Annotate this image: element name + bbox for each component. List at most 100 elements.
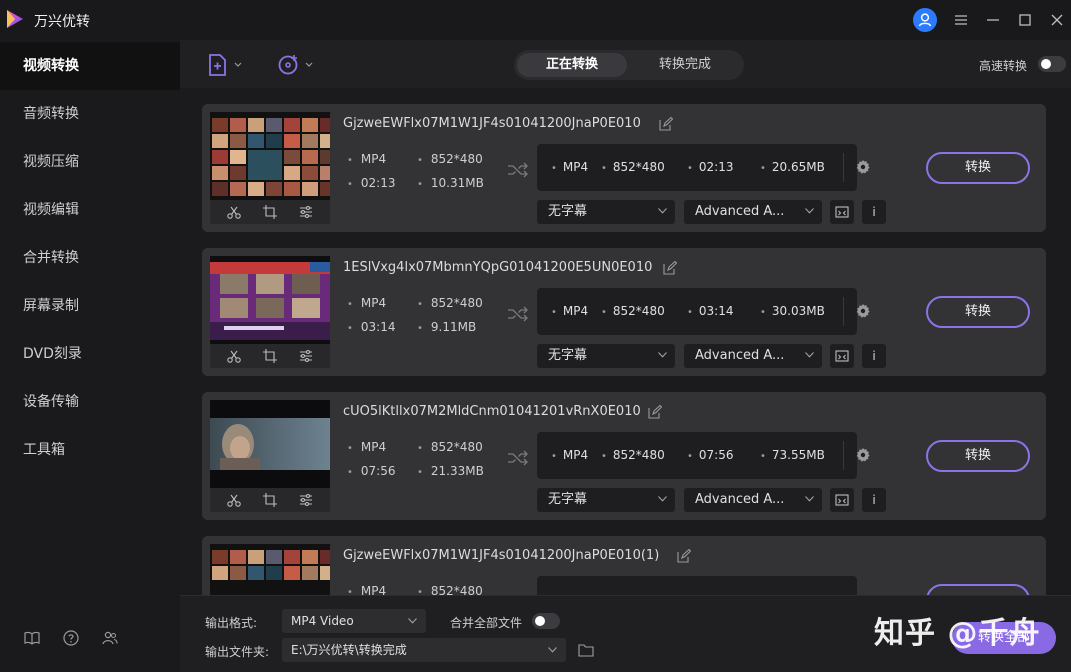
- sidebar-item-device-transfer[interactable]: 设备传输: [0, 378, 180, 426]
- sidebar-item-dvd-burn[interactable]: DVD刻录: [0, 330, 180, 378]
- subtitle-select-value: 无字幕: [548, 204, 588, 219]
- crop-icon[interactable]: [262, 348, 278, 364]
- output-resolution: 852*480: [601, 160, 665, 174]
- scissors-icon[interactable]: [226, 492, 242, 508]
- source-size: 21.33MB: [417, 464, 484, 478]
- sidebar-item-toolbox[interactable]: 工具箱: [0, 426, 180, 474]
- output-resolution: 852*480: [601, 448, 665, 462]
- help-icon[interactable]: [62, 629, 80, 647]
- chevron-down-icon: [658, 208, 667, 214]
- subtitle-edit-button[interactable]: [830, 344, 854, 368]
- video-thumbnail[interactable]: [210, 256, 330, 344]
- convert-arrow-icon: [508, 306, 528, 322]
- book-icon[interactable]: [23, 629, 41, 647]
- adjust-icon[interactable]: [298, 204, 314, 220]
- output-folder-select[interactable]: E:\万兴优转\转换完成: [282, 638, 566, 662]
- adjust-icon[interactable]: [298, 348, 314, 364]
- output-settings[interactable]: MP4 852*480 03:14 30.03MB: [537, 288, 870, 335]
- merge-all-label: 合并全部文件: [450, 616, 523, 630]
- file-name: cUO5lKtllx07M2MldCnm01041201vRnX0E010: [343, 404, 641, 419]
- folder-icon[interactable]: [578, 643, 594, 657]
- source-resolution: 852*480: [417, 296, 483, 310]
- info-button[interactable]: i: [862, 200, 886, 224]
- subtitle-icon: [835, 350, 849, 362]
- gear-icon[interactable]: [855, 303, 871, 319]
- source-size: 10.31MB: [417, 176, 484, 190]
- file-card: GjzweEWFlx07M1W1JF4s01041200JnaP0E010(1)…: [202, 536, 1046, 595]
- video-thumbnail[interactable]: [210, 544, 330, 595]
- output-format-select[interactable]: MP4 Video: [282, 609, 426, 633]
- output-duration: 07:56: [687, 448, 734, 462]
- gear-icon[interactable]: [855, 447, 871, 463]
- scissors-icon[interactable]: [226, 204, 242, 220]
- rename-icon[interactable]: [677, 549, 691, 563]
- tab-converting[interactable]: 正在转换: [517, 53, 627, 77]
- convert-button[interactable]: 转换: [926, 440, 1030, 472]
- info-button[interactable]: i: [862, 488, 886, 512]
- output-settings[interactable]: [537, 576, 857, 595]
- crop-icon[interactable]: [262, 204, 278, 220]
- watermark: 知乎 @千舟: [874, 616, 1041, 651]
- convert-button[interactable]: 转换: [926, 152, 1030, 184]
- source-duration: 07:56: [347, 464, 396, 478]
- sidebar-item-video-convert[interactable]: 视频转换: [0, 42, 180, 90]
- subtitle-edit-button[interactable]: [830, 200, 854, 224]
- output-settings[interactable]: MP4 852*480 02:13 20.65MB: [537, 144, 870, 191]
- output-settings[interactable]: MP4 852*480 07:56 73.55MB: [537, 432, 870, 479]
- output-size: 30.03MB: [760, 304, 825, 318]
- convert-button[interactable]: 转换: [926, 296, 1030, 328]
- rename-icon[interactable]: [648, 405, 662, 419]
- sidebar-item-video-compress[interactable]: 视频压缩: [0, 138, 180, 186]
- chevron-down-icon: [658, 496, 667, 502]
- output-duration: 02:13: [687, 160, 734, 174]
- user-icon: [918, 13, 932, 27]
- sidebar: 视频转换 音频转换 视频压缩 视频编辑 合并转换 屏幕录制 DVD刻录 设备传输…: [0, 40, 180, 672]
- source-resolution: 852*480: [417, 584, 483, 595]
- rename-icon[interactable]: [663, 261, 677, 275]
- tab-converted[interactable]: 转换完成: [629, 53, 741, 77]
- people-icon[interactable]: [101, 629, 119, 647]
- audio-select-value: Advanced A...: [695, 492, 785, 507]
- audio-select-value: Advanced A...: [695, 204, 785, 219]
- gear-icon[interactable]: [855, 159, 871, 175]
- adjust-icon[interactable]: [298, 492, 314, 508]
- menu-icon[interactable]: [949, 8, 973, 32]
- high-speed-toggle[interactable]: [1038, 56, 1066, 72]
- subtitle-edit-button[interactable]: [830, 488, 854, 512]
- audio-select[interactable]: Advanced A...: [684, 488, 822, 512]
- close-icon[interactable]: [1045, 8, 1069, 32]
- add-dvd-button[interactable]: [276, 52, 320, 78]
- toggle-knob: [535, 616, 545, 626]
- sidebar-item-video-edit[interactable]: 视频编辑: [0, 186, 180, 234]
- info-button[interactable]: i: [862, 344, 886, 368]
- file-card: GjzweEWFlx07M1W1JF4s01041200JnaP0E010 MP…: [202, 104, 1046, 232]
- minimize-icon[interactable]: [981, 8, 1005, 32]
- add-file-button[interactable]: [206, 52, 250, 78]
- main-panel: 正在转换 转换完成 高速转换 GjzweEWFlx07M1W1JF4s01041…: [180, 40, 1071, 672]
- scissors-icon[interactable]: [226, 348, 242, 364]
- audio-select[interactable]: Advanced A...: [684, 200, 822, 224]
- audio-select[interactable]: Advanced A...: [684, 344, 822, 368]
- subtitle-select[interactable]: 无字幕: [537, 344, 675, 368]
- maximize-icon[interactable]: [1013, 8, 1037, 32]
- merge-all-toggle[interactable]: [532, 613, 560, 629]
- file-list[interactable]: GjzweEWFlx07M1W1JF4s01041200JnaP0E010 MP…: [180, 88, 1071, 595]
- crop-icon[interactable]: [262, 492, 278, 508]
- high-speed-label: 高速转换: [979, 59, 1028, 73]
- status-tabs: 正在转换 转换完成: [514, 50, 744, 80]
- convert-button[interactable]: [926, 584, 1030, 595]
- subtitle-select[interactable]: 无字幕: [537, 488, 675, 512]
- subtitle-select[interactable]: 无字幕: [537, 200, 675, 224]
- sidebar-item-screen-record[interactable]: 屏幕录制: [0, 282, 180, 330]
- sidebar-item-audio-convert[interactable]: 音频转换: [0, 90, 180, 138]
- chevron-down-icon: [548, 647, 557, 653]
- source-duration: 03:14: [347, 320, 396, 334]
- toggle-knob: [1041, 59, 1051, 69]
- user-avatar[interactable]: [913, 8, 937, 32]
- sidebar-item-merge[interactable]: 合并转换: [0, 234, 180, 282]
- file-name: GjzweEWFlx07M1W1JF4s01041200JnaP0E010: [343, 116, 641, 131]
- video-thumbnail[interactable]: [210, 112, 330, 200]
- output-size: 20.65MB: [760, 160, 825, 174]
- rename-icon[interactable]: [659, 117, 673, 131]
- video-thumbnail[interactable]: [210, 400, 330, 488]
